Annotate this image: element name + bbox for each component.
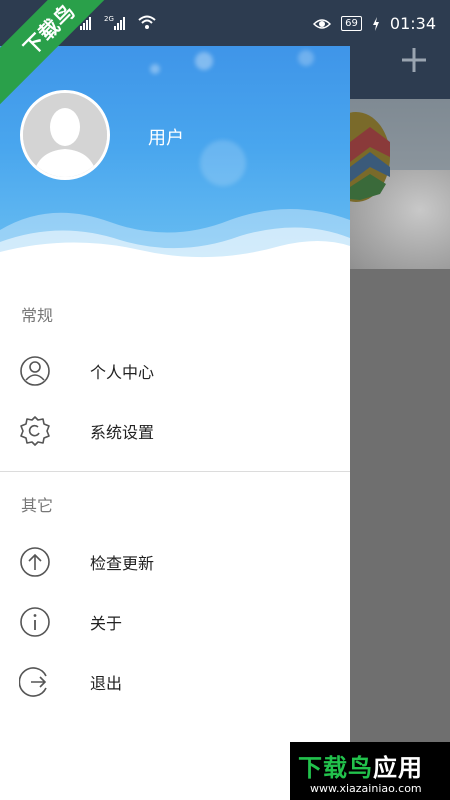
menu-label-profile: 个人中心	[90, 363, 155, 382]
eye-icon	[313, 18, 332, 29]
wifi-icon	[138, 15, 156, 29]
avatar[interactable]	[20, 90, 110, 180]
charging-icon	[372, 16, 379, 31]
status-right: 69 01:34	[313, 14, 436, 33]
section-divider	[0, 471, 350, 472]
header-wave-decoration	[0, 209, 350, 269]
signal-2g-icon: 2G	[104, 15, 125, 30]
arrow-up-circle-icon	[20, 547, 50, 577]
menu-label-logout: 退出	[90, 674, 123, 693]
brand-watermark: 下载鸟应用 www.xiazainiao.com	[290, 742, 450, 800]
menu-label-about: 关于	[90, 614, 123, 633]
menu-item-about[interactable]: 关于	[0, 592, 350, 652]
default-avatar-icon	[23, 93, 107, 177]
menu-item-profile[interactable]: 个人中心	[0, 341, 350, 401]
menu-item-logout[interactable]: 退出	[0, 652, 350, 712]
username[interactable]: 用户	[148, 124, 184, 150]
clock: 01:34	[389, 14, 436, 33]
gear-icon	[20, 416, 50, 446]
navigation-drawer: 用户 常规 个人中心 系统设置 其它 检查更新 关于 退出	[0, 0, 350, 800]
menu-item-check-update[interactable]: 检查更新	[0, 532, 350, 592]
section-title-other: 其它	[21, 496, 54, 515]
background-content	[350, 269, 450, 800]
brand-watermark-url: www.xiazainiao.com	[310, 782, 422, 795]
svg-text:2G: 2G	[104, 15, 114, 23]
info-icon	[20, 607, 50, 637]
menu-label-settings: 系统设置	[90, 423, 155, 442]
hot-air-balloon-image	[350, 112, 390, 202]
logout-icon	[19, 667, 47, 697]
section-title-general: 常规	[21, 306, 54, 325]
battery-level: 69	[341, 16, 362, 31]
menu-item-settings[interactable]: 系统设置	[0, 401, 350, 461]
add-icon[interactable]	[398, 44, 430, 76]
brand-watermark-title: 下载鸟应用	[298, 754, 423, 782]
user-circle-icon	[20, 356, 50, 386]
menu-label-check-update: 检查更新	[90, 554, 155, 573]
